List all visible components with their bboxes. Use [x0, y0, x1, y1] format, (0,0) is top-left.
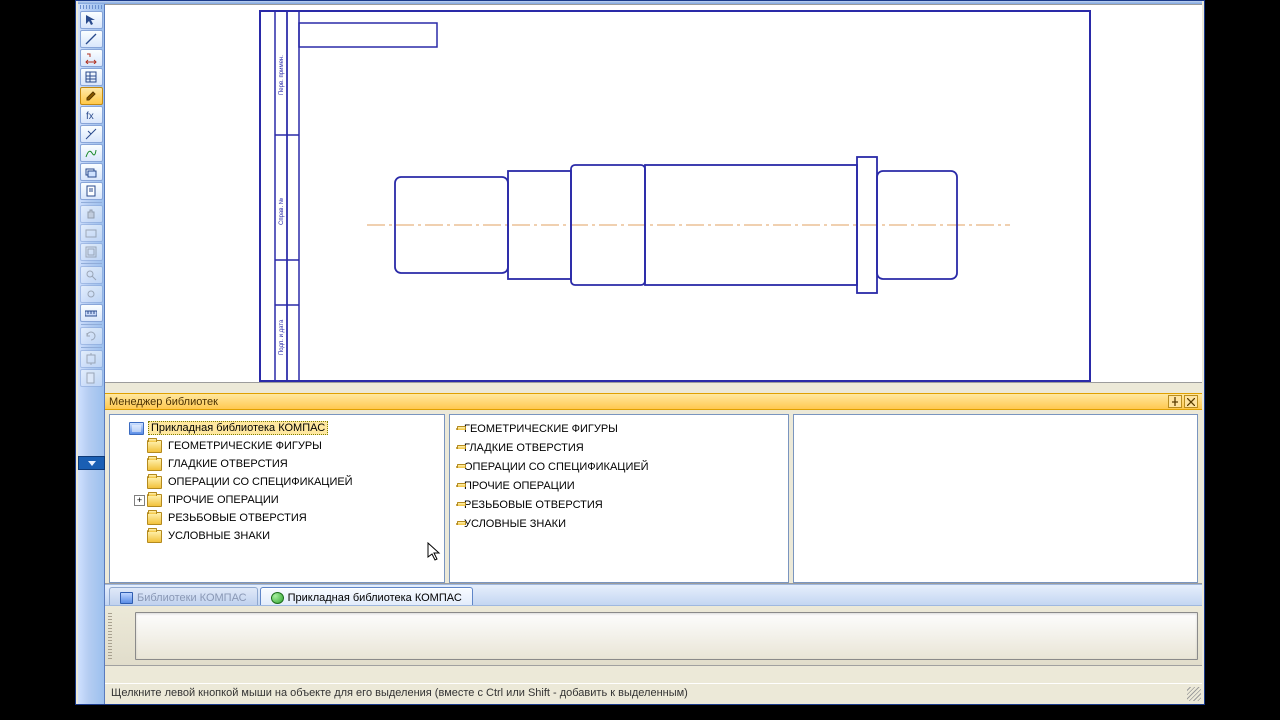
- tree-item[interactable]: УСЛОВНЫЕ ЗНАКИ: [112, 527, 442, 545]
- tool-rotate-icon[interactable]: [80, 327, 103, 345]
- library-list-pane[interactable]: ГЕОМЕТРИЧЕСКИЕ ФИГУРЫ ГЛАДКИЕ ОТВЕРСТИЯ …: [449, 414, 789, 583]
- folder-icon: [456, 428, 458, 430]
- svg-text:Перв. примен.: Перв. примен.: [279, 55, 285, 95]
- side-tab-nub[interactable]: [78, 456, 105, 470]
- vertical-toolbar: fx: [78, 4, 105, 704]
- tool-dimension-icon[interactable]: [80, 49, 103, 67]
- command-input[interactable]: [135, 612, 1198, 660]
- library-tabs: Библиотеки КОМПАС Прикладная библиотека …: [105, 584, 1202, 606]
- tool-rect-icon[interactable]: [80, 224, 103, 242]
- tree-item[interactable]: + ПРОЧИЕ ОПЕРАЦИИ: [112, 491, 442, 509]
- folder-icon: [147, 476, 162, 489]
- svg-text:fx: fx: [86, 111, 94, 121]
- library-root-icon: [129, 422, 144, 435]
- tool-layers-icon[interactable]: [80, 163, 103, 181]
- tool-curve-icon[interactable]: [80, 144, 103, 162]
- tool-window-icon[interactable]: [80, 243, 103, 261]
- folder-icon: [456, 523, 458, 525]
- library-tab-icon: [120, 592, 133, 604]
- tree-root-label: Прикладная библиотека КОМПАС: [148, 421, 328, 435]
- folder-icon: [456, 504, 458, 506]
- library-manager-titlebar[interactable]: Менеджер библиотек: [105, 393, 1202, 410]
- tool-ruler-icon[interactable]: [80, 304, 103, 322]
- tree-item[interactable]: ОПЕРАЦИИ СО СПЕЦИФИКАЦИЕЙ: [112, 473, 442, 491]
- drawing-canvas[interactable]: Перв. примен. Справ. № Подп. и дата: [105, 4, 1202, 383]
- tool-zoom-icon[interactable]: [80, 266, 103, 284]
- tree-item[interactable]: ГЕОМЕТРИЧЕСКИЕ ФИГУРЫ: [112, 437, 442, 455]
- folder-icon: [456, 466, 458, 468]
- tool-line-icon[interactable]: [80, 30, 103, 48]
- tool-page-icon[interactable]: [80, 369, 103, 387]
- list-item[interactable]: ПРОЧИЕ ОПЕРАЦИИ: [452, 476, 786, 495]
- expand-toggle-icon[interactable]: +: [134, 495, 145, 506]
- tool-measure-icon[interactable]: [80, 125, 103, 143]
- library-manager-body: Прикладная библиотека КОМПАС ГЕОМЕТРИЧЕС…: [105, 410, 1202, 584]
- tool-select-icon[interactable]: [80, 11, 103, 29]
- tab-libraries[interactable]: Библиотеки КОМПАС: [109, 587, 258, 605]
- library-tab-icon: [271, 592, 284, 604]
- pin-icon[interactable]: [1168, 395, 1182, 408]
- tool-table-icon[interactable]: [80, 68, 103, 86]
- folder-icon: [456, 485, 458, 487]
- command-panel: [105, 606, 1202, 666]
- tree-root[interactable]: Прикладная библиотека КОМПАС: [112, 419, 442, 437]
- toolbar-grip[interactable]: [80, 5, 103, 9]
- tool-edit-icon[interactable]: [80, 87, 103, 105]
- tree-item[interactable]: РЕЗЬБОВЫЕ ОТВЕРСТИЯ: [112, 509, 442, 527]
- tool-parametric-icon[interactable]: fx: [80, 106, 103, 124]
- svg-text:Подп. и дата: Подп. и дата: [279, 319, 285, 355]
- application-window: fx: [75, 0, 1205, 705]
- tool-hand-icon[interactable]: [80, 205, 103, 223]
- folder-icon: [147, 458, 162, 471]
- folder-icon: [147, 512, 162, 525]
- folder-icon: [147, 530, 162, 543]
- tool-spec-icon[interactable]: [80, 182, 103, 200]
- content-area: Перв. примен. Справ. № Подп. и дата: [105, 4, 1202, 702]
- library-preview-pane: [793, 414, 1198, 583]
- library-manager-title: Менеджер библиотек: [109, 396, 218, 408]
- close-icon[interactable]: [1184, 395, 1198, 408]
- folder-icon: [147, 440, 162, 453]
- svg-text:Справ. №: Справ. №: [278, 198, 285, 225]
- list-item[interactable]: ГЕОМЕТРИЧЕСКИЕ ФИГУРЫ: [452, 419, 786, 438]
- tool-pan-icon[interactable]: [80, 285, 103, 303]
- status-bar: Щелкните левой кнопкой мыши на объекте д…: [105, 683, 1202, 702]
- folder-icon: [456, 447, 458, 449]
- status-text: Щелкните левой кнопкой мыши на объекте д…: [111, 687, 688, 699]
- library-tree-pane[interactable]: Прикладная библиотека КОМПАС ГЕОМЕТРИЧЕС…: [109, 414, 445, 583]
- list-item[interactable]: УСЛОВНЫЕ ЗНАКИ: [452, 514, 786, 533]
- list-item[interactable]: РЕЗЬБОВЫЕ ОТВЕРСТИЯ: [452, 495, 786, 514]
- list-item[interactable]: ОПЕРАЦИИ СО СПЕЦИФИКАЦИЕЙ: [452, 457, 786, 476]
- folder-icon: [147, 494, 162, 507]
- resize-grip-icon[interactable]: [1187, 687, 1201, 701]
- list-item[interactable]: ГЛАДКИЕ ОТВЕРСТИЯ: [452, 438, 786, 457]
- panel-grip[interactable]: [108, 612, 112, 659]
- tab-applied-library[interactable]: Прикладная библиотека КОМПАС: [260, 587, 473, 605]
- tool-export-icon[interactable]: [80, 350, 103, 368]
- tree-item[interactable]: ГЛАДКИЕ ОТВЕРСТИЯ: [112, 455, 442, 473]
